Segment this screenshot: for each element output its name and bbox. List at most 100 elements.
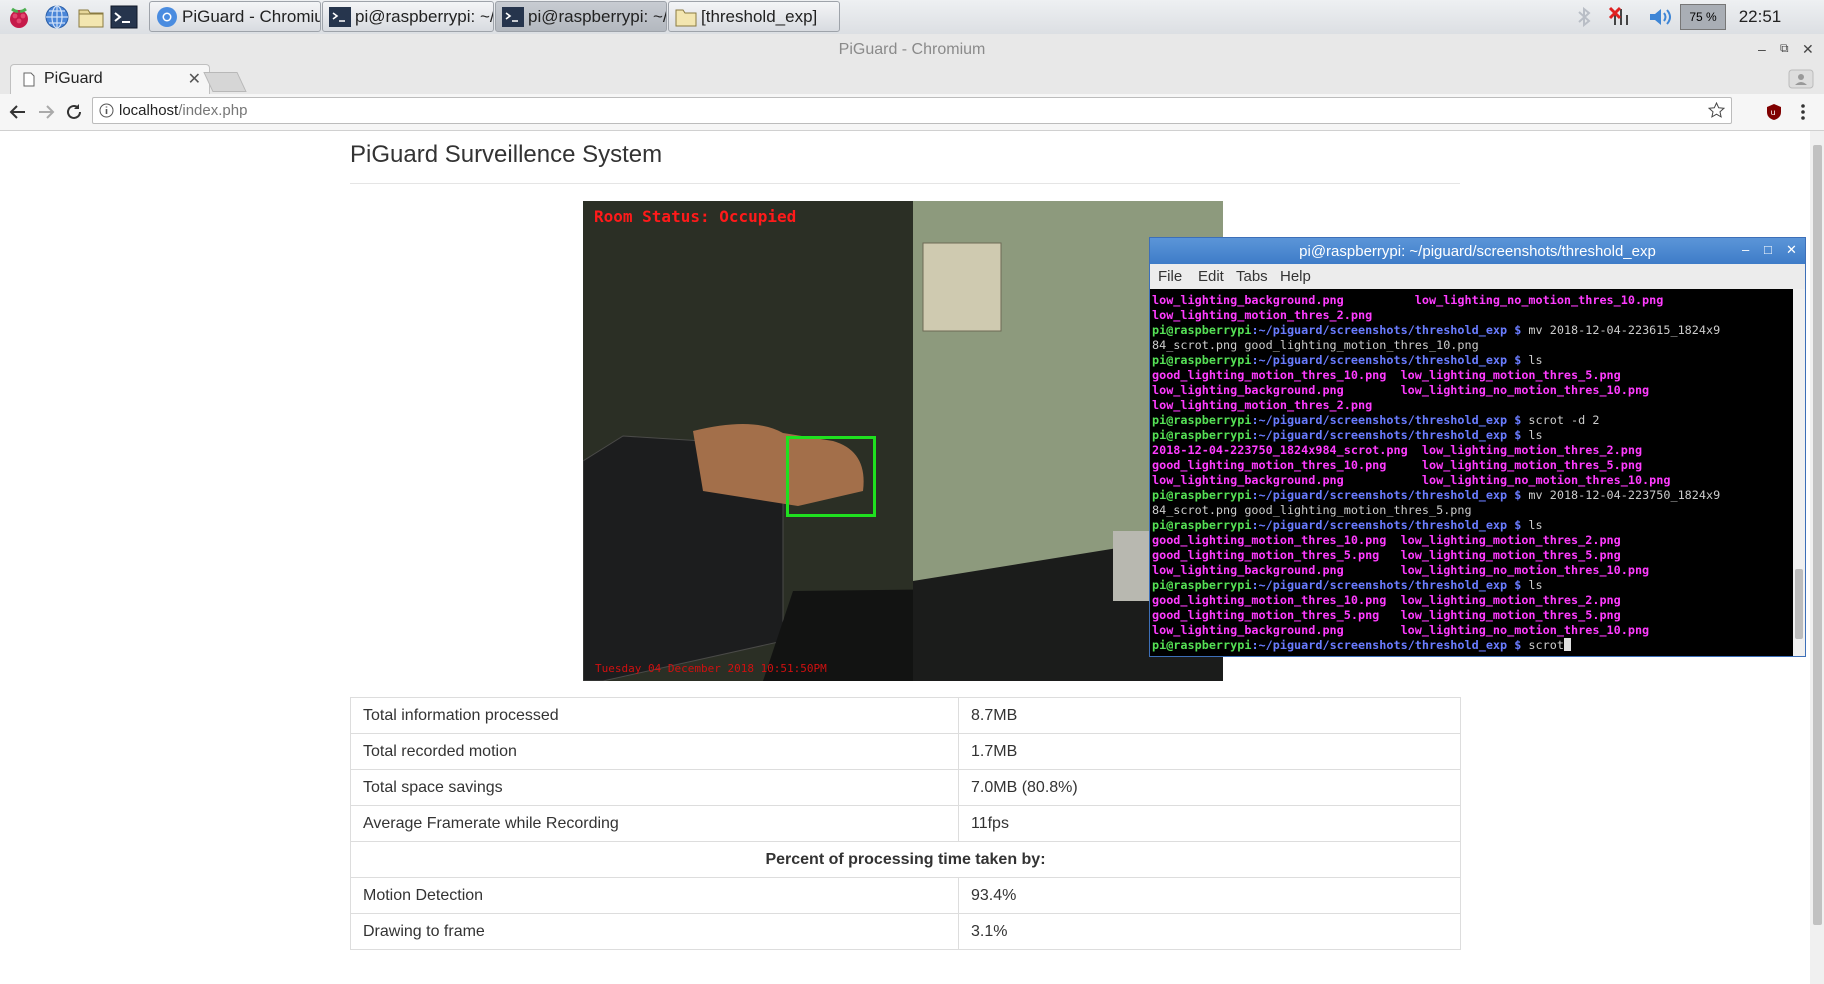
task-folder[interactable]: [threshold_exp] — [668, 1, 840, 32]
minimize-icon[interactable]: – — [1742, 242, 1749, 257]
terminal-icon[interactable] — [110, 3, 138, 31]
network-disconnected-icon[interactable] — [1606, 4, 1636, 30]
terminal-line: pi@raspberrypi:~/piguard/screenshots/thr… — [1152, 323, 1792, 338]
forward-arrow-icon[interactable] — [36, 102, 56, 122]
table-row: Total space savings 7.0MB (80.8%) — [350, 769, 1461, 806]
prompt-path: :~/piguard/screenshots/threshold_exp $ — [1251, 518, 1522, 532]
page-scrollbar[interactable] — [1810, 131, 1824, 984]
file-listing: good_lighting_motion_thres_10.png low_li… — [1152, 368, 1621, 382]
command-text: mv 2018-12-04-223750_1824x9 — [1521, 488, 1721, 502]
prompt-user: pi@raspberrypi — [1152, 638, 1252, 652]
prompt-path: :~/piguard/screenshots/threshold_exp $ — [1251, 353, 1522, 367]
task-terminal-2[interactable]: pi@raspberrypi: ~/pig... — [495, 1, 667, 32]
ublock-icon[interactable]: u — [1766, 103, 1782, 121]
scrollbar-thumb[interactable] — [1795, 569, 1803, 639]
file-manager-icon[interactable] — [77, 3, 105, 31]
web-browser-icon[interactable] — [43, 3, 71, 31]
terminal-title: pi@raspberrypi: ~/piguard/screenshots/th… — [1299, 243, 1656, 260]
address-bar[interactable]: localhost/index.php — [92, 97, 1732, 124]
terminal-icon — [329, 6, 351, 27]
task-terminal-1[interactable]: pi@raspberrypi: ~/pig... — [322, 1, 494, 32]
cpu-monitor: 75 % — [1680, 4, 1726, 30]
chromium-icon — [157, 6, 177, 27]
menu-file[interactable]: File — [1158, 268, 1182, 285]
terminal-line: pi@raspberrypi:~/piguard/screenshots/thr… — [1152, 518, 1792, 533]
volume-icon[interactable] — [1646, 4, 1674, 30]
prompt-user: pi@raspberrypi — [1152, 353, 1252, 367]
page-icon — [23, 72, 35, 87]
tab-close-icon[interactable]: ✕ — [188, 69, 201, 89]
folder-icon — [675, 9, 697, 26]
terminal-line: low_lighting_background.png low_lighting… — [1152, 563, 1792, 578]
task-chromium[interactable]: PiGuard - Chromium — [149, 1, 321, 32]
command-text: ls — [1521, 428, 1543, 442]
menu-dots-icon[interactable] — [1800, 103, 1806, 121]
terminal-line: low_lighting_background.png low_lighting… — [1152, 623, 1792, 638]
minimize-icon[interactable]: – — [1758, 41, 1766, 57]
terminal-line: good_lighting_motion_thres_10.png low_li… — [1152, 458, 1792, 473]
maximize-icon[interactable]: □ — [1764, 242, 1772, 257]
bluetooth-icon[interactable] — [1572, 4, 1596, 30]
menu-edit[interactable]: Edit — [1198, 268, 1224, 285]
command-text: ls — [1521, 578, 1543, 592]
maximize-icon[interactable]: ⧉ — [1780, 41, 1789, 56]
info-icon[interactable] — [99, 103, 114, 118]
prompt-path: :~/piguard/screenshots/threshold_exp $ — [1251, 323, 1522, 337]
file-listing: low_lighting_motion_thres_2.png — [1152, 398, 1373, 412]
reload-icon[interactable] — [64, 102, 84, 122]
prompt-user: pi@raspberrypi — [1152, 413, 1252, 427]
prompt-user: pi@raspberrypi — [1152, 323, 1252, 337]
url-host: localhost — [119, 102, 179, 119]
command-text: mv 2018-12-04-223615_1824x9 — [1521, 323, 1721, 337]
terminal-line: good_lighting_motion_thres_10.png low_li… — [1152, 533, 1792, 548]
terminal-line: good_lighting_motion_thres_10.png low_li… — [1152, 593, 1792, 608]
terminal-window[interactable]: pi@raspberrypi: ~/piguard/screenshots/th… — [1149, 237, 1806, 657]
stat-label: Motion Detection — [350, 877, 959, 914]
stat-label: Drawing to frame — [350, 913, 959, 950]
motion-bounding-box — [786, 436, 876, 517]
divider — [350, 183, 1460, 184]
url-path: /index.php — [178, 102, 248, 119]
back-arrow-icon[interactable] — [8, 102, 28, 122]
profile-icon[interactable] — [1788, 69, 1814, 89]
stat-label: Total information processed — [350, 697, 959, 734]
tab-strip: PiGuard ✕ — [0, 64, 1824, 94]
tab-piguard[interactable]: PiGuard ✕ — [10, 64, 210, 94]
close-icon[interactable]: ✕ — [1786, 242, 1797, 258]
terminal-line: low_lighting_background.png low_lighting… — [1152, 383, 1792, 398]
terminal-scrollbar[interactable] — [1793, 289, 1805, 656]
stats-table: Total information processed 8.7MB Total r… — [350, 697, 1461, 950]
text-cursor — [1563, 638, 1571, 651]
clock[interactable]: 22:51 — [1734, 4, 1786, 30]
file-listing: low_lighting_background.png low_lighting… — [1152, 623, 1650, 637]
output-text: 84_scrot.png good_lighting_motion_thres_… — [1152, 338, 1479, 352]
terminal-icon — [502, 6, 524, 27]
raspberry-menu-icon[interactable] — [5, 3, 33, 31]
terminal-titlebar[interactable]: pi@raspberrypi: ~/piguard/screenshots/th… — [1150, 238, 1805, 264]
stat-value: 3.1% — [958, 913, 1461, 950]
terminal-line: good_lighting_motion_thres_5.png low_lig… — [1152, 608, 1792, 623]
scrollbar-thumb[interactable] — [1813, 145, 1822, 925]
table-row: Drawing to frame 3.1% — [350, 913, 1461, 950]
menu-tabs[interactable]: Tabs — [1236, 268, 1268, 285]
command-text: scrot — [1521, 638, 1564, 652]
task-label: PiGuard - Chromium — [182, 6, 320, 26]
terminal-line: pi@raspberrypi:~/piguard/screenshots/thr… — [1152, 488, 1792, 503]
prompt-user: pi@raspberrypi — [1152, 428, 1252, 442]
close-icon[interactable]: ✕ — [1802, 41, 1814, 58]
file-listing: good_lighting_motion_thres_5.png low_lig… — [1152, 548, 1621, 562]
terminal-output[interactable]: low_lighting_background.png low_lighting… — [1152, 293, 1792, 653]
terminal-line: 2018-12-04-223750_1824x984_scrot.png low… — [1152, 443, 1792, 458]
file-listing: low_lighting_motion_thres_2.png — [1152, 308, 1373, 322]
window-title: PiGuard - Chromium — [838, 41, 986, 58]
command-text: ls — [1521, 353, 1543, 367]
bookmark-star-icon[interactable] — [1708, 102, 1725, 119]
terminal-line: pi@raspberrypi:~/piguard/screenshots/thr… — [1152, 428, 1792, 443]
room-status-label: Room Status: Occupied — [594, 207, 797, 226]
stat-value: 8.7MB — [958, 697, 1461, 734]
table-row: Average Framerate while Recording 11fps — [350, 805, 1461, 842]
browser-toolbar: localhost/index.php u — [0, 94, 1824, 131]
menu-help[interactable]: Help — [1280, 268, 1311, 285]
file-listing: good_lighting_motion_thres_5.png low_lig… — [1152, 608, 1621, 622]
terminal-line: pi@raspberrypi:~/piguard/screenshots/thr… — [1152, 638, 1792, 653]
